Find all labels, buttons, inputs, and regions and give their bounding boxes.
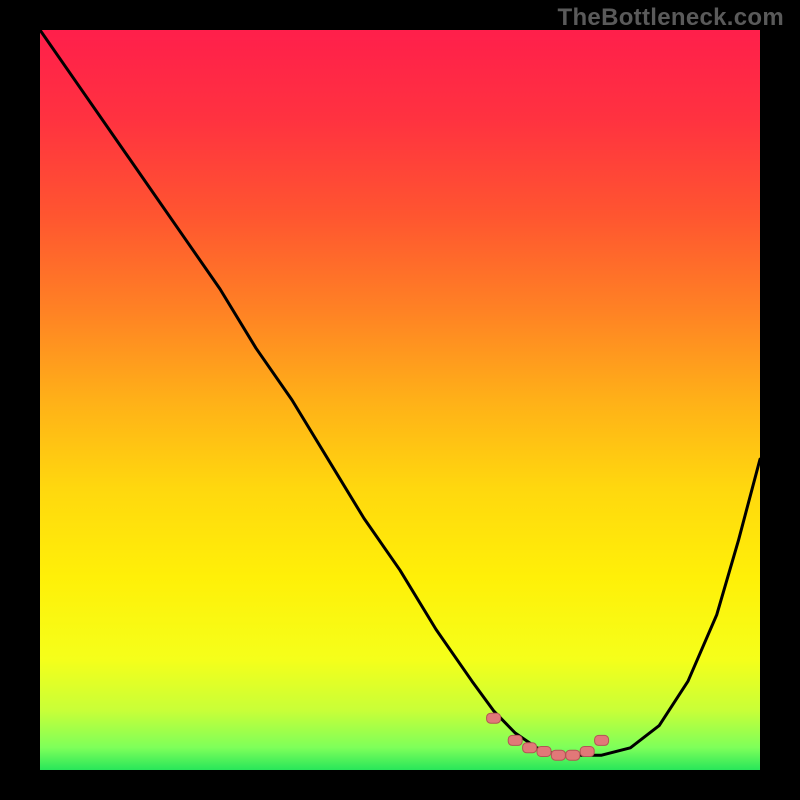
optimal-marker [551,750,565,760]
optimal-marker [523,743,537,753]
optimal-marker [580,747,594,757]
plot-background [40,30,760,770]
optimal-marker [566,750,580,760]
chart-frame: TheBottleneck.com [0,0,800,800]
optimal-marker [487,713,501,723]
optimal-marker [508,735,522,745]
watermark-text: TheBottleneck.com [558,4,784,32]
optimal-marker [537,747,551,757]
optimal-marker [595,735,609,745]
bottleneck-plot [0,0,800,800]
